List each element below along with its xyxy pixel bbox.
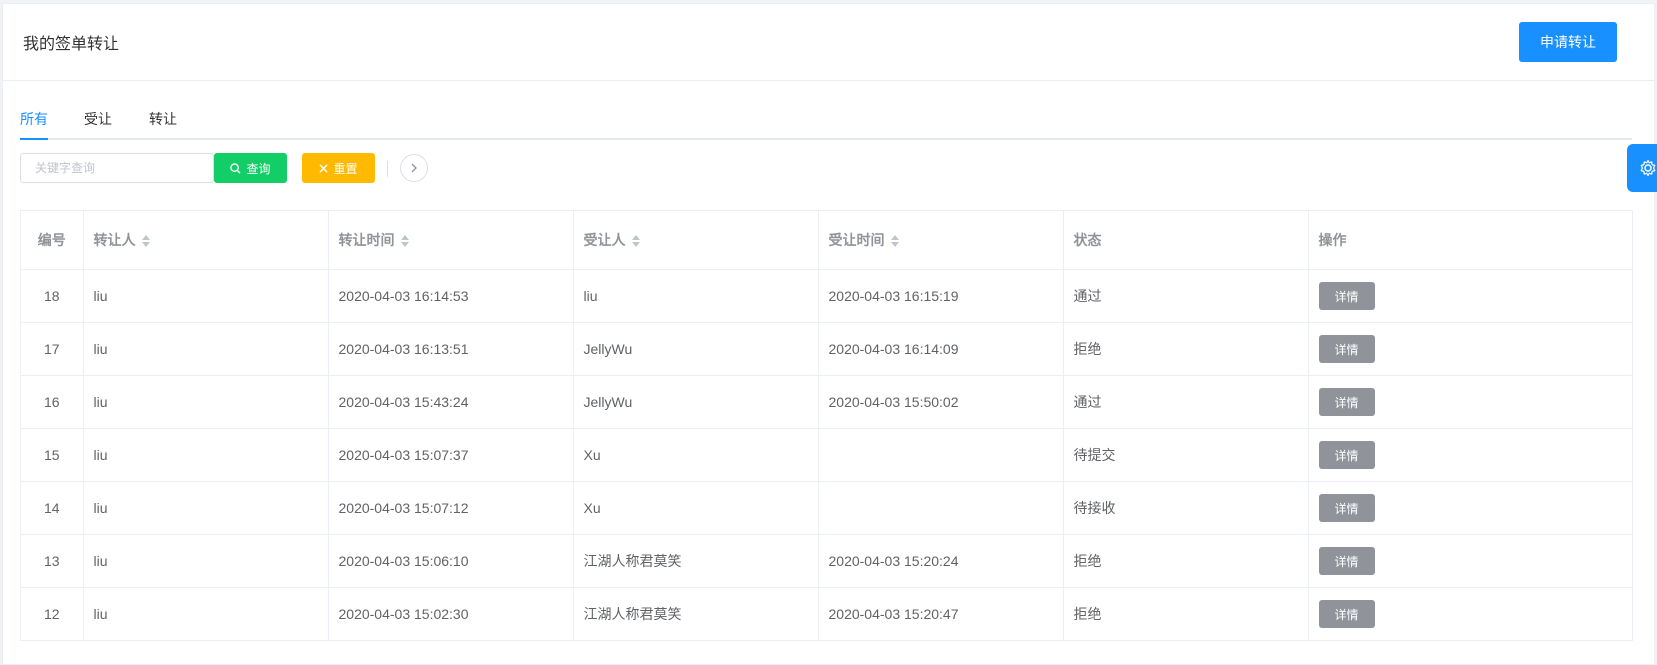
settings-panel-toggle[interactable]	[1627, 144, 1657, 192]
tab-all[interactable]: 所有	[20, 109, 48, 140]
sort-icon[interactable]	[400, 234, 409, 248]
cell-id: 13	[21, 534, 84, 588]
table-row: 18 liu 2020-04-03 16:14:53 liu 2020-04-0…	[21, 269, 1632, 323]
toolbar-divider	[387, 161, 388, 177]
cell-status: 通过	[1063, 269, 1309, 323]
gear-icon	[1640, 159, 1656, 177]
table-row: 13 liu 2020-04-03 15:06:10 江湖人称君莫笑 2020-…	[21, 534, 1632, 588]
sort-icon[interactable]	[141, 234, 150, 248]
search-input[interactable]	[20, 153, 214, 183]
cell-from: liu	[83, 534, 329, 588]
cell-from-time: 2020-04-03 15:02:30	[328, 587, 574, 641]
cell-from-time: 2020-04-03 15:43:24	[328, 375, 574, 429]
tab-received[interactable]: 受让	[84, 109, 112, 138]
transfer-table: 编号 转让人 转让时间 受让人 受让时间 状态 操作 18 liu 2020-0…	[20, 210, 1633, 641]
column-header-to[interactable]: 受让人	[573, 211, 819, 270]
table-row: 12 liu 2020-04-03 15:02:30 江湖人称君莫笑 2020-…	[21, 587, 1632, 641]
query-button-label: 查询	[246, 161, 271, 176]
column-header-action: 操作	[1308, 211, 1632, 270]
cell-status: 通过	[1063, 375, 1309, 429]
cell-action: 详情	[1308, 481, 1632, 535]
sort-icon[interactable]	[631, 234, 640, 248]
cell-action: 详情	[1308, 269, 1632, 323]
cell-from-time: 2020-04-03 15:07:37	[328, 428, 574, 482]
table-row: 16 liu 2020-04-03 15:43:24 JellyWu 2020-…	[21, 375, 1632, 429]
cell-action: 详情	[1308, 534, 1632, 588]
cell-to: JellyWu	[573, 322, 819, 376]
chevron-right-icon	[411, 163, 417, 173]
detail-button[interactable]: 详情	[1318, 494, 1375, 522]
sort-icon[interactable]	[890, 234, 899, 248]
cell-to: Xu	[573, 428, 819, 482]
cell-from-time: 2020-04-03 16:14:53	[328, 269, 574, 323]
cell-status: 待提交	[1063, 428, 1309, 482]
cell-status: 拒绝	[1063, 587, 1309, 641]
column-header-id: 编号	[21, 211, 84, 270]
cell-to-time: 2020-04-03 15:20:24	[818, 534, 1064, 588]
detail-button[interactable]: 详情	[1318, 441, 1375, 469]
cell-action: 详情	[1308, 587, 1632, 641]
cell-from: liu	[83, 269, 329, 323]
cell-from-time: 2020-04-03 15:07:12	[328, 481, 574, 535]
cell-to: 江湖人称君莫笑	[573, 534, 819, 588]
cell-id: 15	[21, 428, 84, 482]
cell-action: 详情	[1308, 428, 1632, 482]
close-icon	[319, 163, 329, 173]
cell-to-time: 2020-04-03 15:50:02	[818, 375, 1064, 429]
cell-from-time: 2020-04-03 16:13:51	[328, 322, 574, 376]
cell-from-time: 2020-04-03 15:06:10	[328, 534, 574, 588]
apply-transfer-button[interactable]: 申请转让	[1519, 22, 1617, 62]
table-header-row: 编号 转让人 转让时间 受让人 受让时间 状态 操作	[21, 211, 1632, 270]
cell-action: 详情	[1308, 375, 1632, 429]
card-header: 我的签单转让 申请转让	[3, 4, 1654, 81]
detail-button[interactable]: 详情	[1318, 600, 1375, 628]
cell-from: liu	[83, 375, 329, 429]
cell-from: liu	[83, 322, 329, 376]
cell-to-time	[818, 481, 1064, 535]
table-row: 14 liu 2020-04-03 15:07:12 Xu 待接收 详情	[21, 481, 1632, 535]
table-row: 17 liu 2020-04-03 16:13:51 JellyWu 2020-…	[21, 322, 1632, 376]
cell-status: 拒绝	[1063, 322, 1309, 376]
column-header-to-time[interactable]: 受让时间	[818, 211, 1064, 270]
detail-button[interactable]: 详情	[1318, 335, 1375, 363]
cell-to-time	[818, 428, 1064, 482]
cell-from: liu	[83, 428, 329, 482]
detail-button[interactable]: 详情	[1318, 547, 1375, 575]
cell-id: 17	[21, 322, 84, 376]
cell-id: 18	[21, 269, 84, 323]
tab-transferred[interactable]: 转让	[149, 109, 177, 138]
query-button[interactable]: 查询	[214, 153, 287, 183]
detail-button[interactable]: 详情	[1318, 282, 1375, 310]
cell-to: liu	[573, 269, 819, 323]
cell-id: 14	[21, 481, 84, 535]
search-icon	[230, 162, 242, 174]
expand-filter-button[interactable]	[400, 154, 428, 182]
cell-id: 12	[21, 587, 84, 641]
cell-action: 详情	[1308, 322, 1632, 376]
cell-from: liu	[83, 587, 329, 641]
cell-to: JellyWu	[573, 375, 819, 429]
cell-status: 待接收	[1063, 481, 1309, 535]
cell-to-time: 2020-04-03 16:15:19	[818, 269, 1064, 323]
column-header-from[interactable]: 转让人	[83, 211, 329, 270]
cell-to-time: 2020-04-03 16:14:09	[818, 322, 1064, 376]
cell-to-time: 2020-04-03 15:20:47	[818, 587, 1064, 641]
column-header-from-time[interactable]: 转让时间	[328, 211, 574, 270]
tab-bar: 所有 受让 转让	[20, 100, 1632, 140]
reset-button[interactable]: 重置	[302, 153, 375, 183]
cell-to: 江湖人称君莫笑	[573, 587, 819, 641]
cell-from: liu	[83, 481, 329, 535]
table-row: 15 liu 2020-04-03 15:07:37 Xu 待提交 详情	[21, 428, 1632, 482]
cell-id: 16	[21, 375, 84, 429]
detail-button[interactable]: 详情	[1318, 388, 1375, 416]
reset-button-label: 重置	[333, 161, 358, 176]
page-title: 我的签单转让	[23, 36, 120, 53]
cell-to: Xu	[573, 481, 819, 535]
cell-status: 拒绝	[1063, 534, 1309, 588]
column-header-status: 状态	[1063, 211, 1309, 270]
